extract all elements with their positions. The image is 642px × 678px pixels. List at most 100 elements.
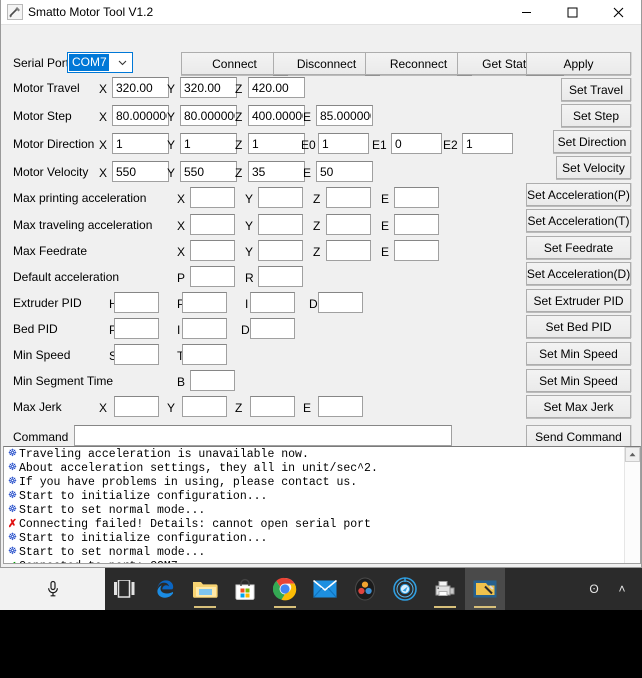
max-feedrate-axis-label-e: E	[381, 245, 390, 259]
task-view-icon[interactable]	[105, 568, 145, 610]
max-feedrate-z-input[interactable]	[326, 240, 371, 261]
min-speed-s-input[interactable]	[114, 344, 159, 365]
motor-travel-x-input[interactable]	[112, 77, 169, 98]
max-jerk-x-input[interactable]	[114, 396, 159, 417]
file-explorer-icon[interactable]	[185, 568, 225, 610]
motor-direction-z-input[interactable]	[248, 133, 305, 154]
form-row-motor-travel: Motor Travel X Y Z	[1, 77, 642, 103]
set-step-button[interactable]: Set Step	[561, 104, 631, 127]
motor-travel-axis-label-z: Z	[235, 82, 243, 96]
set-travel-button[interactable]: Set Travel	[561, 78, 631, 101]
max-printing-acceleration-x-input[interactable]	[190, 187, 235, 208]
max-traveling-acceleration-x-input[interactable]	[190, 214, 235, 235]
disconnect-button[interactable]: Disconnect	[273, 52, 380, 75]
max-traveling-acceleration-z-input[interactable]	[326, 214, 371, 235]
printer-icon[interactable]	[425, 568, 465, 610]
motor-travel-y-input[interactable]	[180, 77, 237, 98]
chrome-icon[interactable]	[265, 568, 305, 610]
bed-pid-d-input[interactable]	[250, 318, 295, 339]
max-traveling-acceleration-y-input[interactable]	[258, 214, 303, 235]
reconnect-button[interactable]: Reconnect	[365, 52, 472, 75]
set-acceleration-t-button[interactable]: Set Acceleration(T)	[526, 209, 631, 232]
motor-step-x-input[interactable]	[112, 105, 169, 126]
max-traveling-acceleration-label: Max traveling acceleration	[13, 218, 153, 232]
max-printing-acceleration-e-input[interactable]	[394, 187, 439, 208]
info-icon: ☸	[8, 463, 17, 474]
extruder-pid-p-input[interactable]	[182, 292, 227, 313]
max-jerk-y-input[interactable]	[182, 396, 227, 417]
log-output[interactable]: ☸ Traveling acceleration is unavailable n…	[3, 446, 641, 564]
default-acceleration-p-input[interactable]	[190, 266, 235, 287]
extruder-pid-h-input[interactable]	[114, 292, 159, 313]
set-extruder-pid-button[interactable]: Set Extruder PID	[526, 289, 631, 312]
show-hidden-icons-icon[interactable]: ˄	[608, 568, 636, 610]
resolve-icon[interactable]	[345, 568, 385, 610]
chevron-down-icon[interactable]	[114, 53, 131, 72]
minimize-button[interactable]	[503, 0, 549, 25]
info-icon: ☸	[8, 491, 17, 502]
motor-velocity-x-input[interactable]	[112, 161, 169, 182]
max-feedrate-x-input[interactable]	[190, 240, 235, 261]
max-jerk-label: Max Jerk	[13, 400, 62, 414]
max-jerk-z-input[interactable]	[250, 396, 295, 417]
min-segment-time-label: Min Segment Time	[13, 374, 114, 388]
motor-velocity-e-input[interactable]	[316, 161, 373, 182]
set-acceleration-p-button[interactable]: Set Acceleration(P)	[526, 183, 631, 206]
set-min-segment-time-button[interactable]: Set Min Speed	[526, 369, 631, 392]
max-printing-acceleration-z-input[interactable]	[326, 187, 371, 208]
max-feedrate-e-input[interactable]	[394, 240, 439, 261]
log-scrollbar[interactable]	[624, 447, 640, 563]
set-max-jerk-button[interactable]: Set Max Jerk	[526, 395, 631, 418]
apply-button[interactable]: Apply	[526, 52, 631, 75]
motor-velocity-z-input[interactable]	[248, 161, 305, 182]
motor-step-e-input[interactable]	[316, 105, 373, 126]
motor-step-z-input[interactable]	[248, 105, 305, 126]
set-feedrate-button[interactable]: Set Feedrate	[526, 236, 631, 259]
motor-direction-x-input[interactable]	[112, 133, 169, 154]
connect-button[interactable]: Connect	[181, 52, 288, 75]
compass-icon[interactable]	[385, 568, 425, 610]
command-label: Command	[13, 430, 69, 444]
max-feedrate-y-input[interactable]	[258, 240, 303, 261]
motor-direction-y-input[interactable]	[180, 133, 237, 154]
motor-velocity-y-input[interactable]	[180, 161, 237, 182]
smatto-motor-tool-icon[interactable]	[465, 568, 505, 610]
set-velocity-button[interactable]: Set Velocity	[556, 156, 631, 179]
microsoft-store-icon[interactable]	[225, 568, 265, 610]
bed-pid-p-input[interactable]	[114, 318, 159, 339]
max-jerk-axis-label-e: E	[303, 401, 312, 415]
scroll-up-icon[interactable]	[625, 447, 640, 462]
motor-direction-e0-input[interactable]	[318, 133, 369, 154]
motor-direction-e2-input[interactable]	[462, 133, 513, 154]
motor-step-y-input[interactable]	[180, 105, 237, 126]
extruder-pid-i-input[interactable]	[250, 292, 295, 313]
send-command-button[interactable]: Send Command	[526, 425, 631, 448]
min-speed-t-input[interactable]	[182, 344, 227, 365]
max-printing-acceleration-axis-label-y: Y	[245, 192, 254, 206]
maximize-button[interactable]	[549, 0, 595, 25]
set-direction-button[interactable]: Set Direction	[553, 130, 631, 153]
command-input[interactable]	[74, 425, 452, 446]
motor-direction-axis-label-x: X	[99, 138, 108, 152]
set-acceleration-d-button[interactable]: Set Acceleration(D)	[526, 262, 631, 285]
extruder-pid-d-input[interactable]	[318, 292, 363, 313]
serial-port-select[interactable]: COM7	[67, 52, 133, 73]
motor-direction-e1-input[interactable]	[391, 133, 442, 154]
min-segment-time-axis-label-b: B	[177, 375, 186, 389]
max-jerk-e-input[interactable]	[318, 396, 363, 417]
people-icon[interactable]: ʘ	[580, 568, 608, 610]
max-printing-acceleration-y-input[interactable]	[258, 187, 303, 208]
set-min-speed-button[interactable]: Set Min Speed	[526, 342, 631, 365]
bed-pid-i-input[interactable]	[182, 318, 227, 339]
set-bed-pid-button[interactable]: Set Bed PID	[526, 315, 631, 338]
mail-icon[interactable]	[305, 568, 345, 610]
cortana-microphone-button[interactable]	[0, 568, 105, 610]
motor-travel-z-input[interactable]	[248, 77, 305, 98]
max-traveling-acceleration-e-input[interactable]	[394, 214, 439, 235]
default-acceleration-r-input[interactable]	[258, 266, 303, 287]
log-line-text: About acceleration settings, they all in…	[19, 462, 378, 475]
close-button[interactable]	[595, 0, 641, 25]
edge-icon[interactable]	[145, 568, 185, 610]
min-segment-time-b-input[interactable]	[190, 370, 235, 391]
max-printing-acceleration-axis-label-e: E	[381, 192, 390, 206]
